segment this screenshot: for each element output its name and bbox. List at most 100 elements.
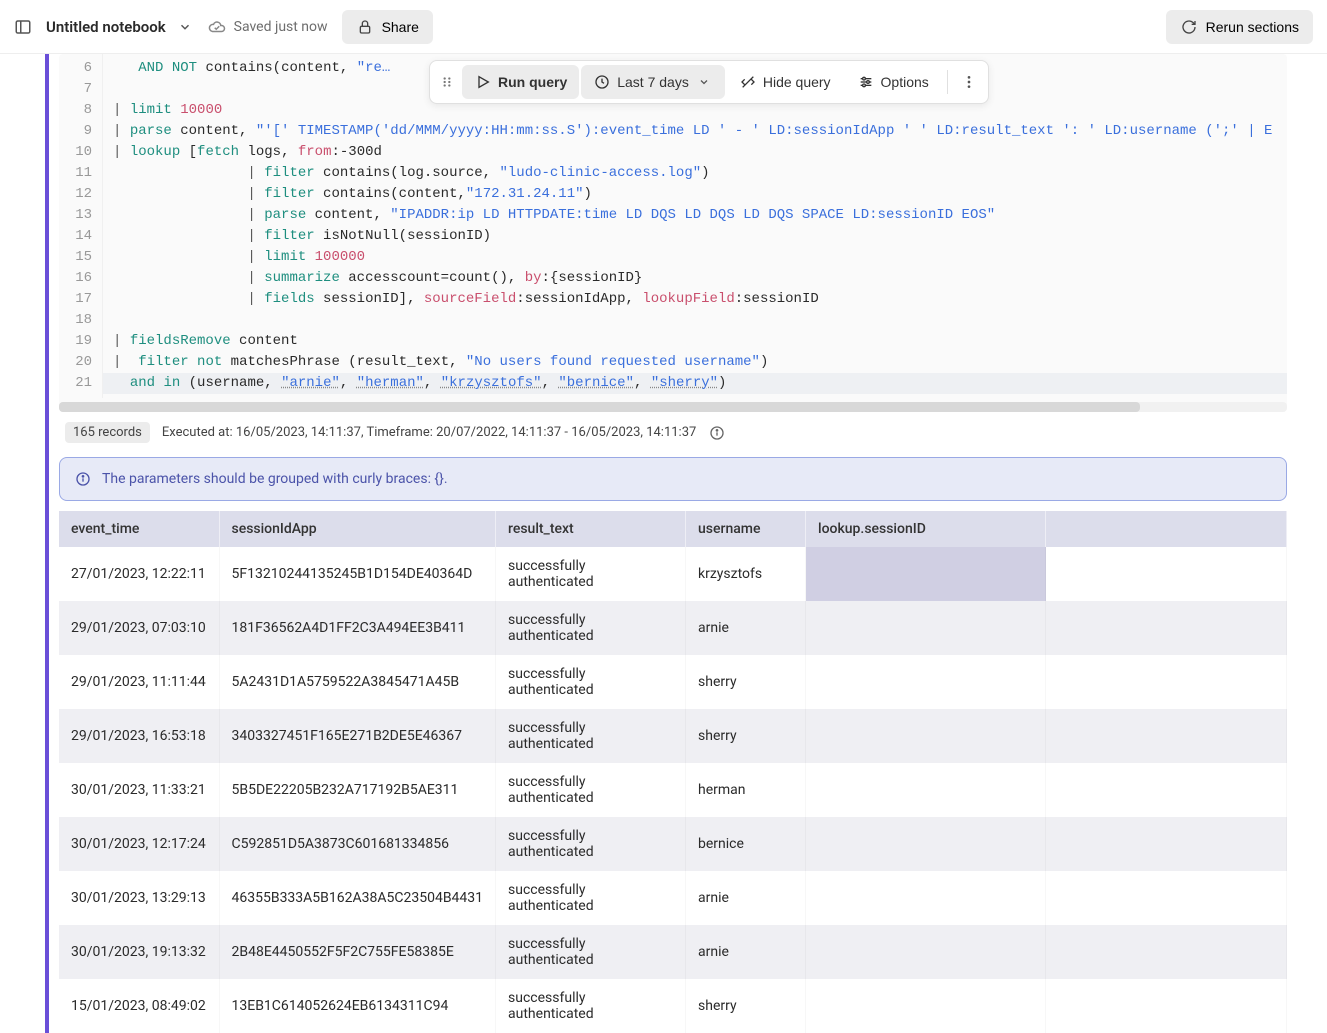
code-line[interactable]: | filter not matchesPhrase (result_text,… — [113, 352, 1277, 373]
table-row[interactable]: 30/01/2023, 13:29:1346355B333A5B162A38A5… — [59, 871, 1287, 925]
table-cell: sherry — [686, 655, 806, 709]
table-cell: 2B48E4450552F5F2C755FE58385E — [219, 925, 496, 979]
table-cell — [806, 763, 1046, 817]
refresh-icon — [1180, 18, 1198, 36]
table-cell: 29/01/2023, 07:03:10 — [59, 601, 219, 655]
code-line[interactable]: | filter contains(log.source, "ludo-clin… — [113, 163, 1277, 184]
rerun-label: Rerun sections — [1206, 19, 1299, 35]
table-cell: successfully authenticated — [496, 925, 686, 979]
code-line[interactable]: | limit 100000 — [113, 247, 1277, 268]
table-row[interactable]: 15/01/2023, 08:49:0213EB1C614052624EB613… — [59, 979, 1287, 1033]
play-icon — [474, 73, 492, 91]
hide-query-button[interactable]: Hide query — [727, 65, 843, 99]
table-cell: 30/01/2023, 13:29:13 — [59, 871, 219, 925]
table-row[interactable]: 30/01/2023, 12:17:24C592851D5A3873C60168… — [59, 817, 1287, 871]
info-icon[interactable] — [708, 424, 726, 442]
results-table: event_timesessionIdAppresult_textusernam… — [59, 511, 1287, 1033]
table-cell — [1046, 709, 1287, 763]
table-row[interactable]: 30/01/2023, 11:33:215B5DE22205B232A71719… — [59, 763, 1287, 817]
column-header[interactable] — [1046, 511, 1287, 547]
drag-handle-icon[interactable] — [434, 69, 460, 95]
column-header[interactable]: event_time — [59, 511, 219, 547]
table-cell — [806, 655, 1046, 709]
column-header[interactable]: result_text — [496, 511, 686, 547]
lock-icon — [356, 18, 374, 36]
table-cell — [806, 709, 1046, 763]
table-cell: 3403327451F165E271B2DE5E46367 — [219, 709, 496, 763]
table-cell: arnie — [686, 601, 806, 655]
more-button[interactable] — [954, 65, 984, 99]
code-line[interactable]: | filter isNotNull(sessionID) — [113, 226, 1277, 247]
table-cell — [806, 979, 1046, 1033]
code-body[interactable]: AND NOT contains(content, "re… | limit 1… — [103, 54, 1287, 398]
code-line[interactable]: | fieldsRemove content — [113, 331, 1277, 352]
table-cell: 27/01/2023, 12:22:11 — [59, 547, 219, 601]
sidebar-toggle-icon[interactable] — [14, 18, 32, 36]
table-cell: successfully authenticated — [496, 979, 686, 1033]
chevron-down-icon — [695, 73, 713, 91]
table-cell — [1046, 547, 1287, 601]
options-label: Options — [881, 74, 929, 90]
sliders-icon — [857, 73, 875, 91]
column-header[interactable]: sessionIdApp — [219, 511, 496, 547]
run-query-label: Run query — [498, 74, 567, 90]
table-row[interactable]: 29/01/2023, 16:53:183403327451F165E271B2… — [59, 709, 1287, 763]
divider — [947, 70, 948, 94]
table-cell: C592851D5A3873C601681334856 — [219, 817, 496, 871]
code-line[interactable]: | filter contains(content,"172.31.24.11"… — [113, 184, 1277, 205]
execution-status-row: 165 records Executed at: 16/05/2023, 14:… — [59, 412, 1287, 453]
table-cell: sherry — [686, 979, 806, 1033]
code-line[interactable]: | lookup [fetch logs, from:-300d — [113, 142, 1277, 163]
line-gutter: 6789101112131415161718192021 — [59, 54, 103, 398]
table-cell: successfully authenticated — [496, 871, 686, 925]
table-cell: successfully authenticated — [496, 655, 686, 709]
chevron-down-icon — [176, 18, 194, 36]
table-cell: successfully authenticated — [496, 817, 686, 871]
code-line[interactable]: | parse content, "IPADDR:ip LD HTTPDATE:… — [113, 205, 1277, 226]
code-line[interactable]: and in (username, "arnie", "herman", "kr… — [103, 373, 1287, 394]
run-query-button[interactable]: Run query — [462, 65, 579, 99]
records-badge: 165 records — [65, 422, 150, 443]
table-cell — [1046, 655, 1287, 709]
horizontal-scrollbar[interactable] — [59, 402, 1287, 412]
table-cell: 5B5DE22205B232A717192B5AE311 — [219, 763, 496, 817]
table-cell: 15/01/2023, 08:49:02 — [59, 979, 219, 1033]
rerun-sections-button[interactable]: Rerun sections — [1166, 10, 1313, 44]
info-icon — [74, 470, 92, 488]
table-cell: successfully authenticated — [496, 763, 686, 817]
column-header[interactable]: lookup.sessionID — [806, 511, 1046, 547]
code-editor[interactable]: Run query Last 7 days Hide query Options — [59, 54, 1287, 412]
topbar: Untitled notebook Saved just now Share R… — [0, 0, 1327, 54]
table-row[interactable]: 27/01/2023, 12:22:115F13210244135245B1D1… — [59, 547, 1287, 601]
table-cell — [806, 925, 1046, 979]
table-cell — [806, 601, 1046, 655]
options-button[interactable]: Options — [845, 65, 941, 99]
notebook-title-text: Untitled notebook — [46, 18, 166, 36]
table-row[interactable]: 29/01/2023, 07:03:10181F36562A4D1FF2C3A4… — [59, 601, 1287, 655]
table-cell — [806, 871, 1046, 925]
notebook-title[interactable]: Untitled notebook — [46, 18, 194, 36]
table-header-row: event_timesessionIdAppresult_textusernam… — [59, 511, 1287, 547]
table-cell — [1046, 979, 1287, 1033]
code-line[interactable]: | fields sessionID], sourceField:session… — [113, 289, 1277, 310]
column-header[interactable]: username — [686, 511, 806, 547]
table-cell — [1046, 763, 1287, 817]
share-button[interactable]: Share — [342, 10, 433, 44]
table-cell: bernice — [686, 817, 806, 871]
table-cell — [806, 817, 1046, 871]
table-cell: 30/01/2023, 11:33:21 — [59, 763, 219, 817]
table-row[interactable]: 29/01/2023, 11:11:445A2431D1A5759522A384… — [59, 655, 1287, 709]
table-cell: herman — [686, 763, 806, 817]
timeframe-select[interactable]: Last 7 days — [581, 65, 725, 99]
table-row[interactable]: 30/01/2023, 19:13:322B48E4450552F5F2C755… — [59, 925, 1287, 979]
code-line[interactable] — [113, 310, 1277, 331]
hide-query-label: Hide query — [763, 74, 831, 90]
execution-details: Executed at: 16/05/2023, 14:11:37, Timef… — [162, 425, 696, 440]
code-line[interactable]: | summarize accesscount=count(), by:{ses… — [113, 268, 1277, 289]
saved-status: Saved just now — [208, 18, 328, 36]
code-line[interactable]: | parse content, "'[' TIMESTAMP('dd/MMM/… — [113, 121, 1277, 142]
table-cell — [1046, 817, 1287, 871]
banner-text: The parameters should be grouped with cu… — [102, 471, 448, 487]
table-cell — [1046, 871, 1287, 925]
timeframe-label: Last 7 days — [617, 74, 689, 90]
